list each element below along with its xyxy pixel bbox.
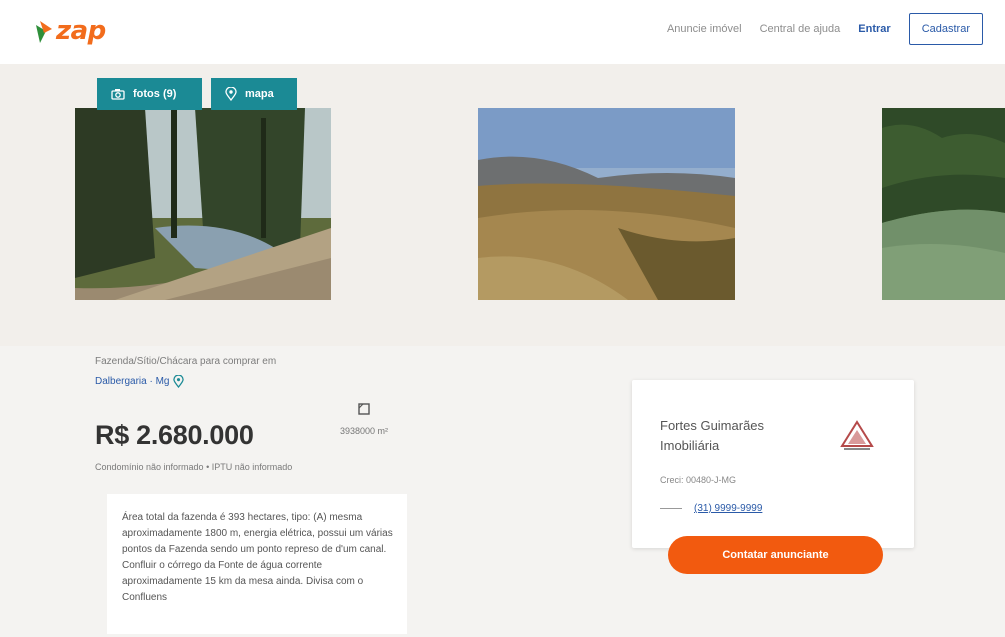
logo-text: zap	[56, 16, 106, 46]
nav-advertise-link[interactable]: Anuncie imóvel	[667, 23, 742, 35]
agency-card: Fortes Guimarães Imobiliária Creci: 0048…	[632, 380, 914, 548]
listing-price: R$ 2.680.000	[95, 420, 254, 450]
map-button-label: mapa	[245, 88, 274, 100]
photos-button[interactable]: fotos (9)	[97, 78, 202, 110]
trees-road-photo[interactable]	[75, 108, 331, 300]
agency-name[interactable]: Fortes Guimarães Imobiliária	[660, 416, 810, 456]
photos-button-label: fotos (9)	[133, 88, 177, 100]
agency-logo	[840, 420, 874, 450]
location-link[interactable]: Dalbergaria · Mg	[95, 375, 455, 388]
area-icon	[358, 403, 370, 415]
location-pin-icon	[173, 375, 185, 388]
area-value: 3938000 m²	[339, 426, 389, 436]
photo-gallery: fotos (9) mapa	[0, 64, 1005, 346]
area-info: 3938000 m²	[329, 402, 399, 436]
listing-details: Fazenda/Sítio/Chácara para comprar em Da…	[95, 356, 455, 634]
contact-advertiser-button[interactable]: Contatar anunciante	[668, 536, 883, 574]
lake-forest-photo[interactable]	[882, 108, 1005, 300]
phone-divider	[660, 508, 682, 509]
listing-description: Área total da fazenda é 393 hectares, ti…	[107, 494, 407, 634]
zap-logo-icon	[36, 21, 52, 43]
top-header: zap Anuncie imóvel Central de ajuda Entr…	[0, 0, 1005, 65]
camera-icon	[111, 89, 125, 100]
field-hills-photo[interactable]	[478, 108, 735, 300]
listing-type-line: Fazenda/Sítio/Chácara para comprar em	[95, 356, 277, 367]
agency-creci: Creci: 00480-J-MG	[660, 475, 737, 485]
top-nav: Anuncie imóvel Central de ajuda Entrar C…	[667, 13, 983, 45]
location-text: Dalbergaria · Mg	[95, 376, 170, 387]
phone-number: (31) 9999-9999	[694, 503, 763, 514]
map-button[interactable]: mapa	[211, 78, 297, 110]
fees-info: Condomínio não informado • IPTU não info…	[95, 462, 293, 472]
zap-logo[interactable]: zap	[34, 14, 106, 48]
nav-help-link[interactable]: Central de ajuda	[760, 23, 841, 35]
agency-phone[interactable]: (31) 9999-9999	[660, 503, 762, 514]
map-pin-icon	[225, 87, 237, 101]
nav-login-link[interactable]: Entrar	[858, 23, 890, 35]
nav-signup-button[interactable]: Cadastrar	[908, 13, 983, 45]
